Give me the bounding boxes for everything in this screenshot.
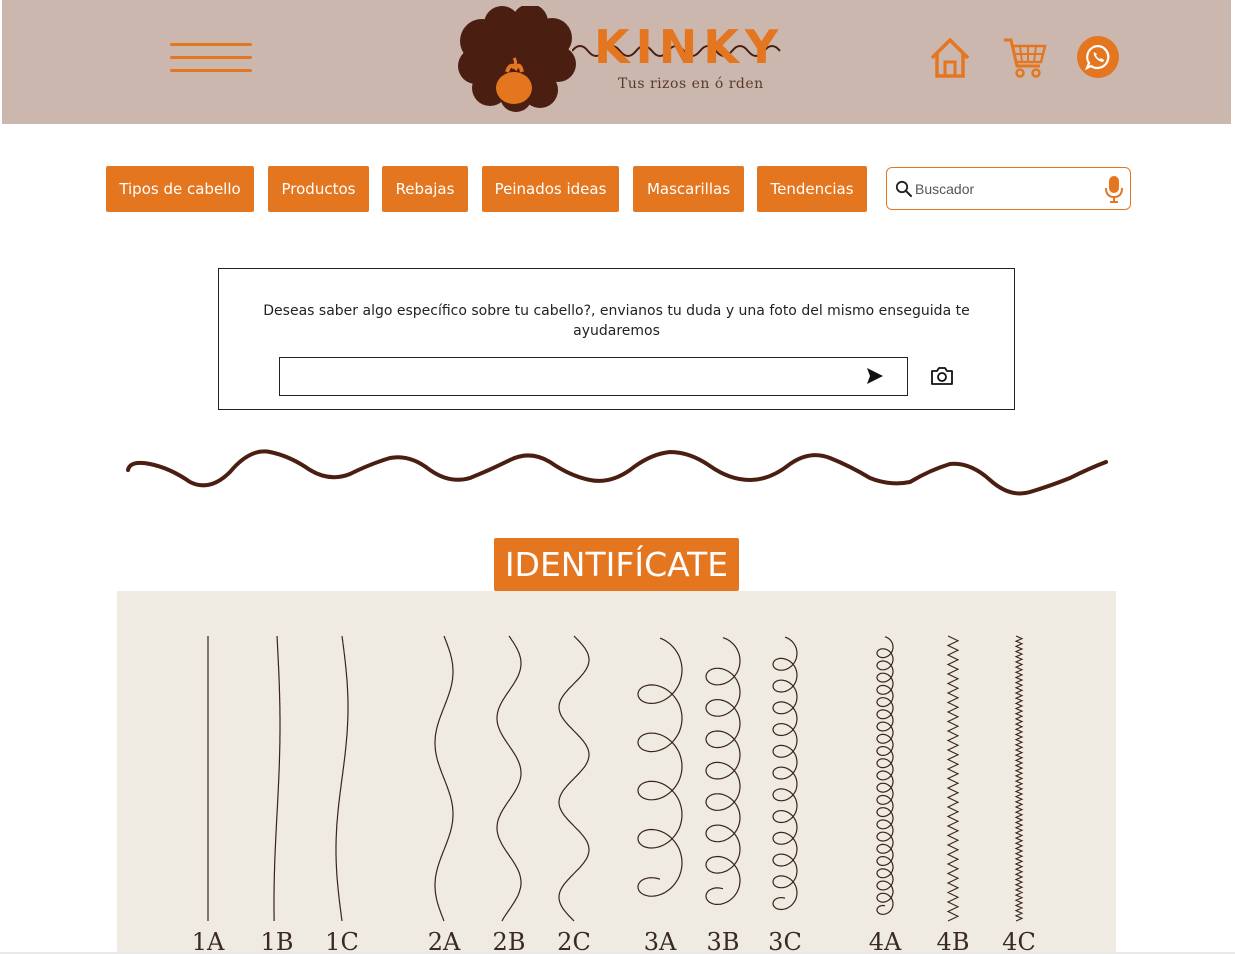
hair-strand-1B xyxy=(273,635,281,921)
hair-type-label: 3A xyxy=(643,928,677,954)
nav-tipos-de-cabello[interactable]: Tipos de cabello xyxy=(106,166,254,212)
decorative-wave xyxy=(126,449,1108,496)
hair-type-label: 1B xyxy=(260,928,294,954)
brand-name: KINKY xyxy=(594,20,785,74)
nav-mascarillas[interactable]: Mascarillas xyxy=(633,166,744,212)
hair-strand-3C xyxy=(772,636,798,911)
whatsapp-icon[interactable] xyxy=(1077,36,1119,78)
hair-type-label: 4A xyxy=(868,928,902,954)
brand-logo[interactable]: KINKY Tus rizos en ó rden xyxy=(452,6,792,116)
nav-rebajas[interactable]: Rebajas xyxy=(382,166,468,212)
hair-strand-4B xyxy=(946,635,960,922)
home-icon[interactable] xyxy=(928,36,972,80)
menu-line xyxy=(170,43,252,46)
section-title: IDENTIFÍCATE xyxy=(494,538,739,591)
microphone-icon[interactable] xyxy=(1105,176,1123,204)
hair-strand-1C xyxy=(335,635,349,922)
hair-type-label: 3C xyxy=(768,928,802,954)
nav-peinados-ideas[interactable]: Peinados ideas xyxy=(482,166,619,212)
hair-type-label: 2B xyxy=(492,928,526,954)
search-icon xyxy=(895,180,912,197)
menu-line xyxy=(170,69,252,72)
hair-strand-2B xyxy=(496,635,522,922)
hair-types-illustration xyxy=(207,635,1024,922)
nav-productos[interactable]: Productos xyxy=(268,166,369,212)
menu-line xyxy=(170,56,252,59)
hair-type-label: 2A xyxy=(427,928,461,954)
camera-icon[interactable] xyxy=(930,366,954,386)
afro-logo-icon xyxy=(458,6,576,112)
hair-strand-4A xyxy=(876,636,894,915)
send-icon[interactable] xyxy=(865,366,885,386)
question-box: Deseas saber algo específico sobre tu ca… xyxy=(218,268,1015,410)
hair-strand-4C xyxy=(1014,635,1024,922)
hair-type-label: 4C xyxy=(1002,928,1036,954)
brand-tagline: Tus rizos en ó rden xyxy=(618,76,764,92)
hair-strand-3B xyxy=(705,637,741,905)
search-box xyxy=(886,167,1131,210)
hair-type-label: 2C xyxy=(557,928,591,954)
site-header: KINKY Tus rizos en ó rden xyxy=(2,0,1231,124)
hair-type-label: 3B xyxy=(706,928,740,954)
hair-types-chart: 1A 1B 1C 2A 2B 2C 3A 3B 3C 4A 4B 4C xyxy=(117,591,1116,954)
hair-type-label: 1C xyxy=(325,928,359,954)
cart-icon[interactable] xyxy=(1002,36,1048,80)
question-field xyxy=(279,357,908,396)
hair-strand-3A xyxy=(637,637,683,897)
search-input[interactable] xyxy=(915,176,1095,202)
question-input[interactable] xyxy=(280,358,850,395)
question-prompt: Deseas saber algo específico sobre tu ca… xyxy=(263,303,970,339)
hair-type-label: 1A xyxy=(191,928,225,954)
hair-type-label: 4B xyxy=(936,928,970,954)
nav-tendencias[interactable]: Tendencias xyxy=(757,166,867,212)
hair-strand-2C xyxy=(558,635,590,922)
menu-icon[interactable] xyxy=(170,40,254,76)
hair-strand-2A xyxy=(434,635,454,922)
